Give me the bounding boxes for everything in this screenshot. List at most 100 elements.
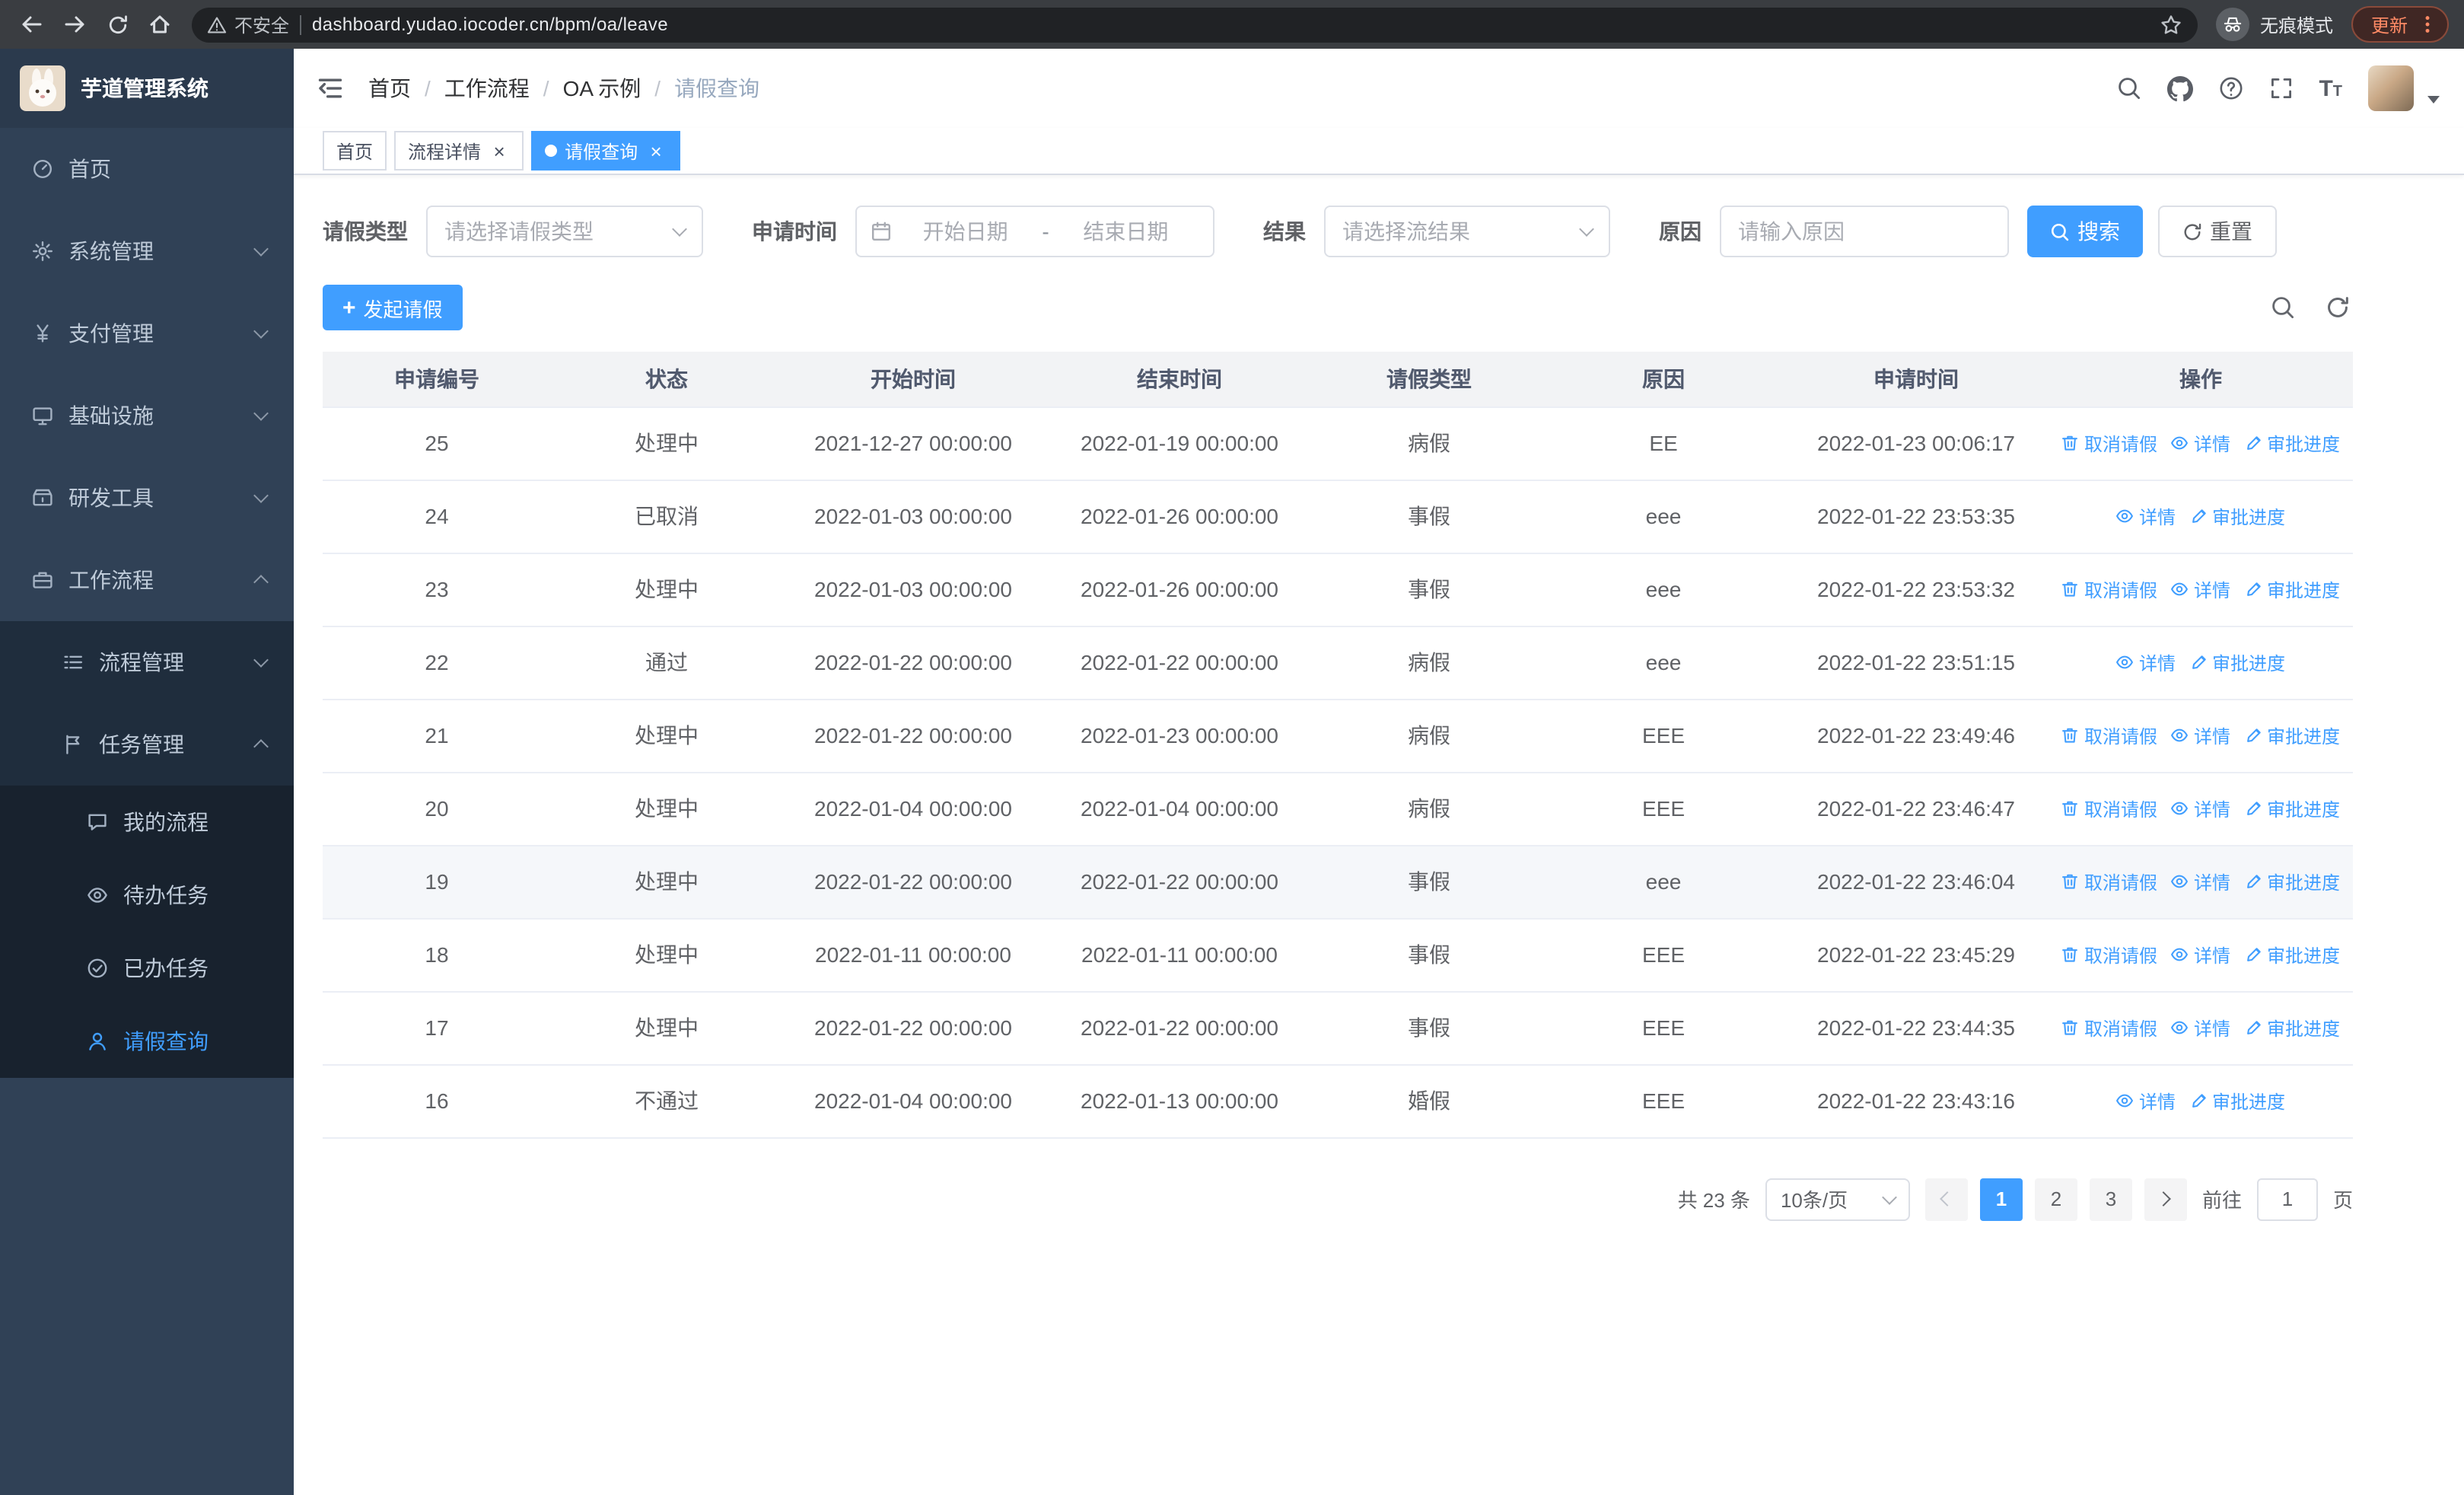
toggle-search-icon[interactable] [2271, 295, 2295, 320]
action-progress[interactable]: 审批进度 [2244, 722, 2340, 748]
next-page-button[interactable] [2144, 1178, 2187, 1220]
delete-icon [2061, 726, 2080, 744]
sidebar-item-11[interactable]: 请假查询 [0, 1005, 294, 1078]
page-button-1[interactable]: 1 [1979, 1178, 2023, 1220]
sidebar-item-3[interactable]: 基础设施 [0, 375, 294, 457]
breadcrumb-item[interactable]: OA 示例 [563, 73, 641, 104]
caret-down-icon[interactable] [2427, 95, 2440, 103]
tab-label: 请假查询 [565, 141, 638, 162]
refresh-icon[interactable] [2326, 295, 2350, 320]
result-select[interactable]: 请选择流结果 [1324, 206, 1610, 257]
action-progress[interactable]: 审批进度 [2244, 795, 2340, 821]
url-text[interactable]: dashboard.yudao.iocoder.cn/bpm/oa/leave [312, 14, 668, 35]
action-cancel[interactable]: 取消请假 [2061, 942, 2157, 967]
menu-dots-icon[interactable] [2417, 14, 2438, 35]
action-cancel[interactable]: 取消请假 [2061, 869, 2157, 894]
table-row[interactable]: 17 处理中 2022-01-22 00:00:00 2022-01-22 00:00… [323, 991, 2353, 1065]
sidebar-item-10[interactable]: 已办任务 [0, 932, 294, 1005]
sidebar-item-6[interactable]: 流程管理 [0, 621, 294, 703]
fontsize-icon[interactable]: TT [2319, 75, 2342, 101]
action-progress[interactable]: 审批进度 [2244, 942, 2340, 967]
reset-button[interactable]: 重置 [2158, 206, 2277, 257]
tab-1[interactable]: 流程详情 × [394, 131, 524, 171]
start-date-input[interactable]: 开始日期 [892, 216, 1039, 247]
table-row[interactable]: 18 处理中 2022-01-11 00:00:00 2022-01-11 00:00… [323, 918, 2353, 992]
table-row[interactable]: 21 处理中 2022-01-22 00:00:00 2022-01-23 00:00… [323, 699, 2353, 773]
action-progress[interactable]: 审批进度 [2244, 869, 2340, 894]
hamburger-icon[interactable] [317, 75, 344, 102]
update-chip[interactable]: 更新 [2351, 6, 2449, 43]
action-detail[interactable]: 详情 [2116, 649, 2176, 675]
action-cancel[interactable]: 取消请假 [2061, 430, 2157, 456]
action-cancel[interactable]: 取消请假 [2061, 576, 2157, 602]
column-header: 开始时间 [782, 352, 1044, 407]
table-row[interactable]: 23 处理中 2022-01-03 00:00:00 2022-01-26 00:00… [323, 553, 2353, 626]
cell-start-time: 2022-01-11 00:00:00 [782, 918, 1044, 992]
table-row[interactable]: 22 通过 2022-01-22 00:00:00 2022-01-22 00:00:… [323, 626, 2353, 700]
action-detail[interactable]: 详情 [2116, 1088, 2176, 1114]
sidebar-item-8[interactable]: 我的流程 [0, 786, 294, 859]
search-icon[interactable] [2116, 76, 2141, 100]
create-leave-button[interactable]: + 发起请假 [323, 285, 463, 330]
help-icon[interactable] [2218, 76, 2243, 100]
prev-page-button[interactable] [1924, 1178, 1968, 1220]
cell-actions: 详情 审批进度 [2049, 626, 2353, 700]
action-detail[interactable]: 详情 [2116, 503, 2176, 529]
action-detail[interactable]: 详情 [2171, 942, 2230, 967]
avatar[interactable] [2368, 65, 2414, 111]
page-size-select[interactable]: 10条/页 [1765, 1178, 1910, 1220]
action-detail[interactable]: 详情 [2171, 722, 2230, 748]
close-icon[interactable]: × [645, 139, 667, 162]
reason-input[interactable]: 请输入原因 [1720, 206, 2009, 257]
view-icon [2171, 726, 2189, 744]
sidebar-item-5[interactable]: 工作流程 [0, 539, 294, 621]
action-progress[interactable]: 审批进度 [2189, 1088, 2285, 1114]
action-detail[interactable]: 详情 [2171, 576, 2230, 602]
action-progress[interactable]: 审批进度 [2244, 576, 2340, 602]
action-detail[interactable]: 详情 [2171, 869, 2230, 894]
address-bar[interactable]: 不安全 dashboard.yudao.iocoder.cn/bpm/oa/le… [192, 7, 2198, 42]
forward-button[interactable] [55, 5, 94, 44]
sidebar-item-7[interactable]: 任务管理 [0, 703, 294, 786]
reload-button[interactable] [97, 5, 137, 44]
page-button-2[interactable]: 2 [2034, 1178, 2077, 1220]
sidebar-item-4[interactable]: 研发工具 [0, 457, 294, 539]
table-row[interactable]: 16 不通过 2022-01-04 00:00:00 2022-01-13 00:00… [323, 1064, 2353, 1138]
fullscreen-icon[interactable] [2268, 76, 2293, 100]
breadcrumb-item[interactable]: 工作流程 [444, 73, 530, 104]
app-logo[interactable]: 芋道管理系统 [0, 49, 294, 128]
tab-0[interactable]: 首页 [323, 131, 387, 171]
goto-page-input[interactable] [2256, 1178, 2318, 1220]
github-icon[interactable] [2166, 75, 2193, 101]
action-cancel[interactable]: 取消请假 [2061, 1015, 2157, 1041]
action-progress[interactable]: 审批进度 [2189, 649, 2285, 675]
tab-2[interactable]: 请假查询 × [531, 131, 681, 171]
action-cancel[interactable]: 取消请假 [2061, 795, 2157, 821]
table-row[interactable]: 24 已取消 2022-01-03 00:00:00 2022-01-26 00:00… [323, 480, 2353, 553]
sidebar-item-0[interactable]: 首页 [0, 128, 294, 210]
apply-time-range-picker[interactable]: 开始日期 - 结束日期 [855, 206, 1214, 257]
end-date-input[interactable]: 结束日期 [1052, 216, 1199, 247]
action-progress[interactable]: 审批进度 [2244, 1015, 2340, 1041]
action-progress[interactable]: 审批进度 [2189, 503, 2285, 529]
breadcrumb-item[interactable]: 首页 [368, 73, 411, 104]
bookmark-star-icon[interactable] [2160, 13, 2182, 36]
close-icon[interactable]: × [489, 139, 510, 162]
leave-type-select[interactable]: 请选择请假类型 [426, 206, 703, 257]
action-progress[interactable]: 审批进度 [2244, 430, 2340, 456]
table-row[interactable]: 25 处理中 2021-12-27 00:00:00 2022-01-19 00:00… [323, 406, 2353, 480]
action-detail[interactable]: 详情 [2171, 795, 2230, 821]
action-detail[interactable]: 详情 [2171, 430, 2230, 456]
page-button-3[interactable]: 3 [2089, 1178, 2132, 1220]
home-button[interactable] [140, 5, 180, 44]
back-button[interactable] [12, 5, 52, 44]
table-row[interactable]: 19 处理中 2022-01-22 00:00:00 2022-01-22 00:00… [323, 845, 2353, 919]
security-chip[interactable]: 不安全 [207, 11, 289, 37]
action-cancel[interactable]: 取消请假 [2061, 722, 2157, 748]
sidebar-item-2[interactable]: 支付管理 [0, 292, 294, 375]
search-button[interactable]: 搜索 [2027, 206, 2143, 257]
table-row[interactable]: 20 处理中 2022-01-04 00:00:00 2022-01-04 00:00… [323, 772, 2353, 846]
sidebar-item-1[interactable]: 系统管理 [0, 210, 294, 292]
action-detail[interactable]: 详情 [2171, 1015, 2230, 1041]
sidebar-item-9[interactable]: 待办任务 [0, 859, 294, 932]
